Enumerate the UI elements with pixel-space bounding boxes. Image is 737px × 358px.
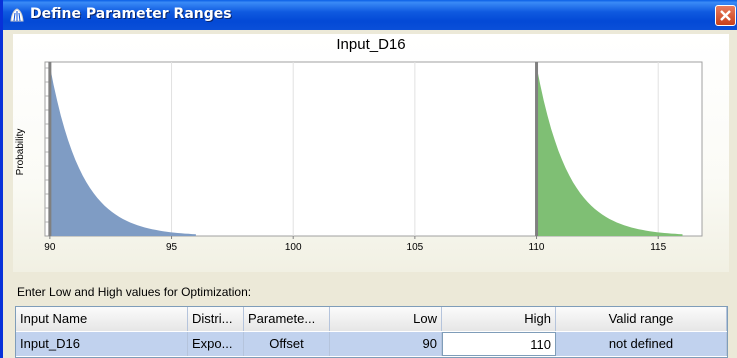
- grid-header-row: Input Name Distri... Paramete... Low Hig…: [16, 307, 727, 331]
- high-value-field[interactable]: 110: [442, 332, 556, 356]
- dialog-window: Define Parameter Ranges Input_D16 Probab…: [0, 0, 737, 358]
- cell-distribution: Expo...: [188, 332, 244, 356]
- title-bar[interactable]: Define Parameter Ranges: [3, 0, 737, 30]
- plot-frame: [44, 61, 703, 237]
- column-header-high[interactable]: High: [442, 307, 556, 331]
- dialog-client: Input_D16 Probability 90 95 100 105 110 115 E…: [6, 30, 737, 358]
- table-row[interactable]: Input_D16 Expo... Offset 90 110 not defi…: [16, 332, 727, 356]
- distribution-chart-panel: Input_D16 Probability 90 95 100 105 110 115: [13, 34, 729, 272]
- low-value-field[interactable]: 90: [330, 332, 442, 356]
- x-tick-label: 100: [285, 242, 302, 253]
- column-header-parameter[interactable]: Paramete...: [244, 307, 330, 331]
- y-axis-label: Probability: [15, 129, 26, 176]
- window-title: Define Parameter Ranges: [30, 6, 232, 22]
- cell-valid-range: not defined: [556, 332, 727, 356]
- column-header-input-name[interactable]: Input Name: [16, 307, 188, 331]
- x-tick-label: 95: [166, 242, 178, 253]
- app-icon: [10, 8, 24, 22]
- parameter-grid: Input Name Distri... Paramete... Low Hig…: [15, 306, 728, 358]
- instructions-label: Enter Low and High values for Optimizati…: [17, 285, 252, 299]
- cell-parameter: Offset: [244, 332, 330, 356]
- x-tick-label: 90: [44, 242, 56, 253]
- close-icon: [720, 10, 731, 21]
- cell-input-name: Input_D16: [16, 332, 188, 356]
- column-header-distribution[interactable]: Distri...: [188, 307, 244, 331]
- x-tick-label: 105: [407, 242, 424, 253]
- column-header-low[interactable]: Low: [330, 307, 442, 331]
- column-header-valid-range[interactable]: Valid range: [556, 307, 727, 331]
- plot-area: 90 95 100 105 110 115: [44, 61, 703, 253]
- close-button[interactable]: [715, 5, 736, 26]
- x-tick-label: 110: [529, 242, 545, 253]
- x-tick-label: 115: [650, 242, 666, 253]
- distribution-chart: Input_D16 Probability 90 95 100 105 110 115: [15, 36, 703, 253]
- chart-title: Input_D16: [336, 36, 405, 53]
